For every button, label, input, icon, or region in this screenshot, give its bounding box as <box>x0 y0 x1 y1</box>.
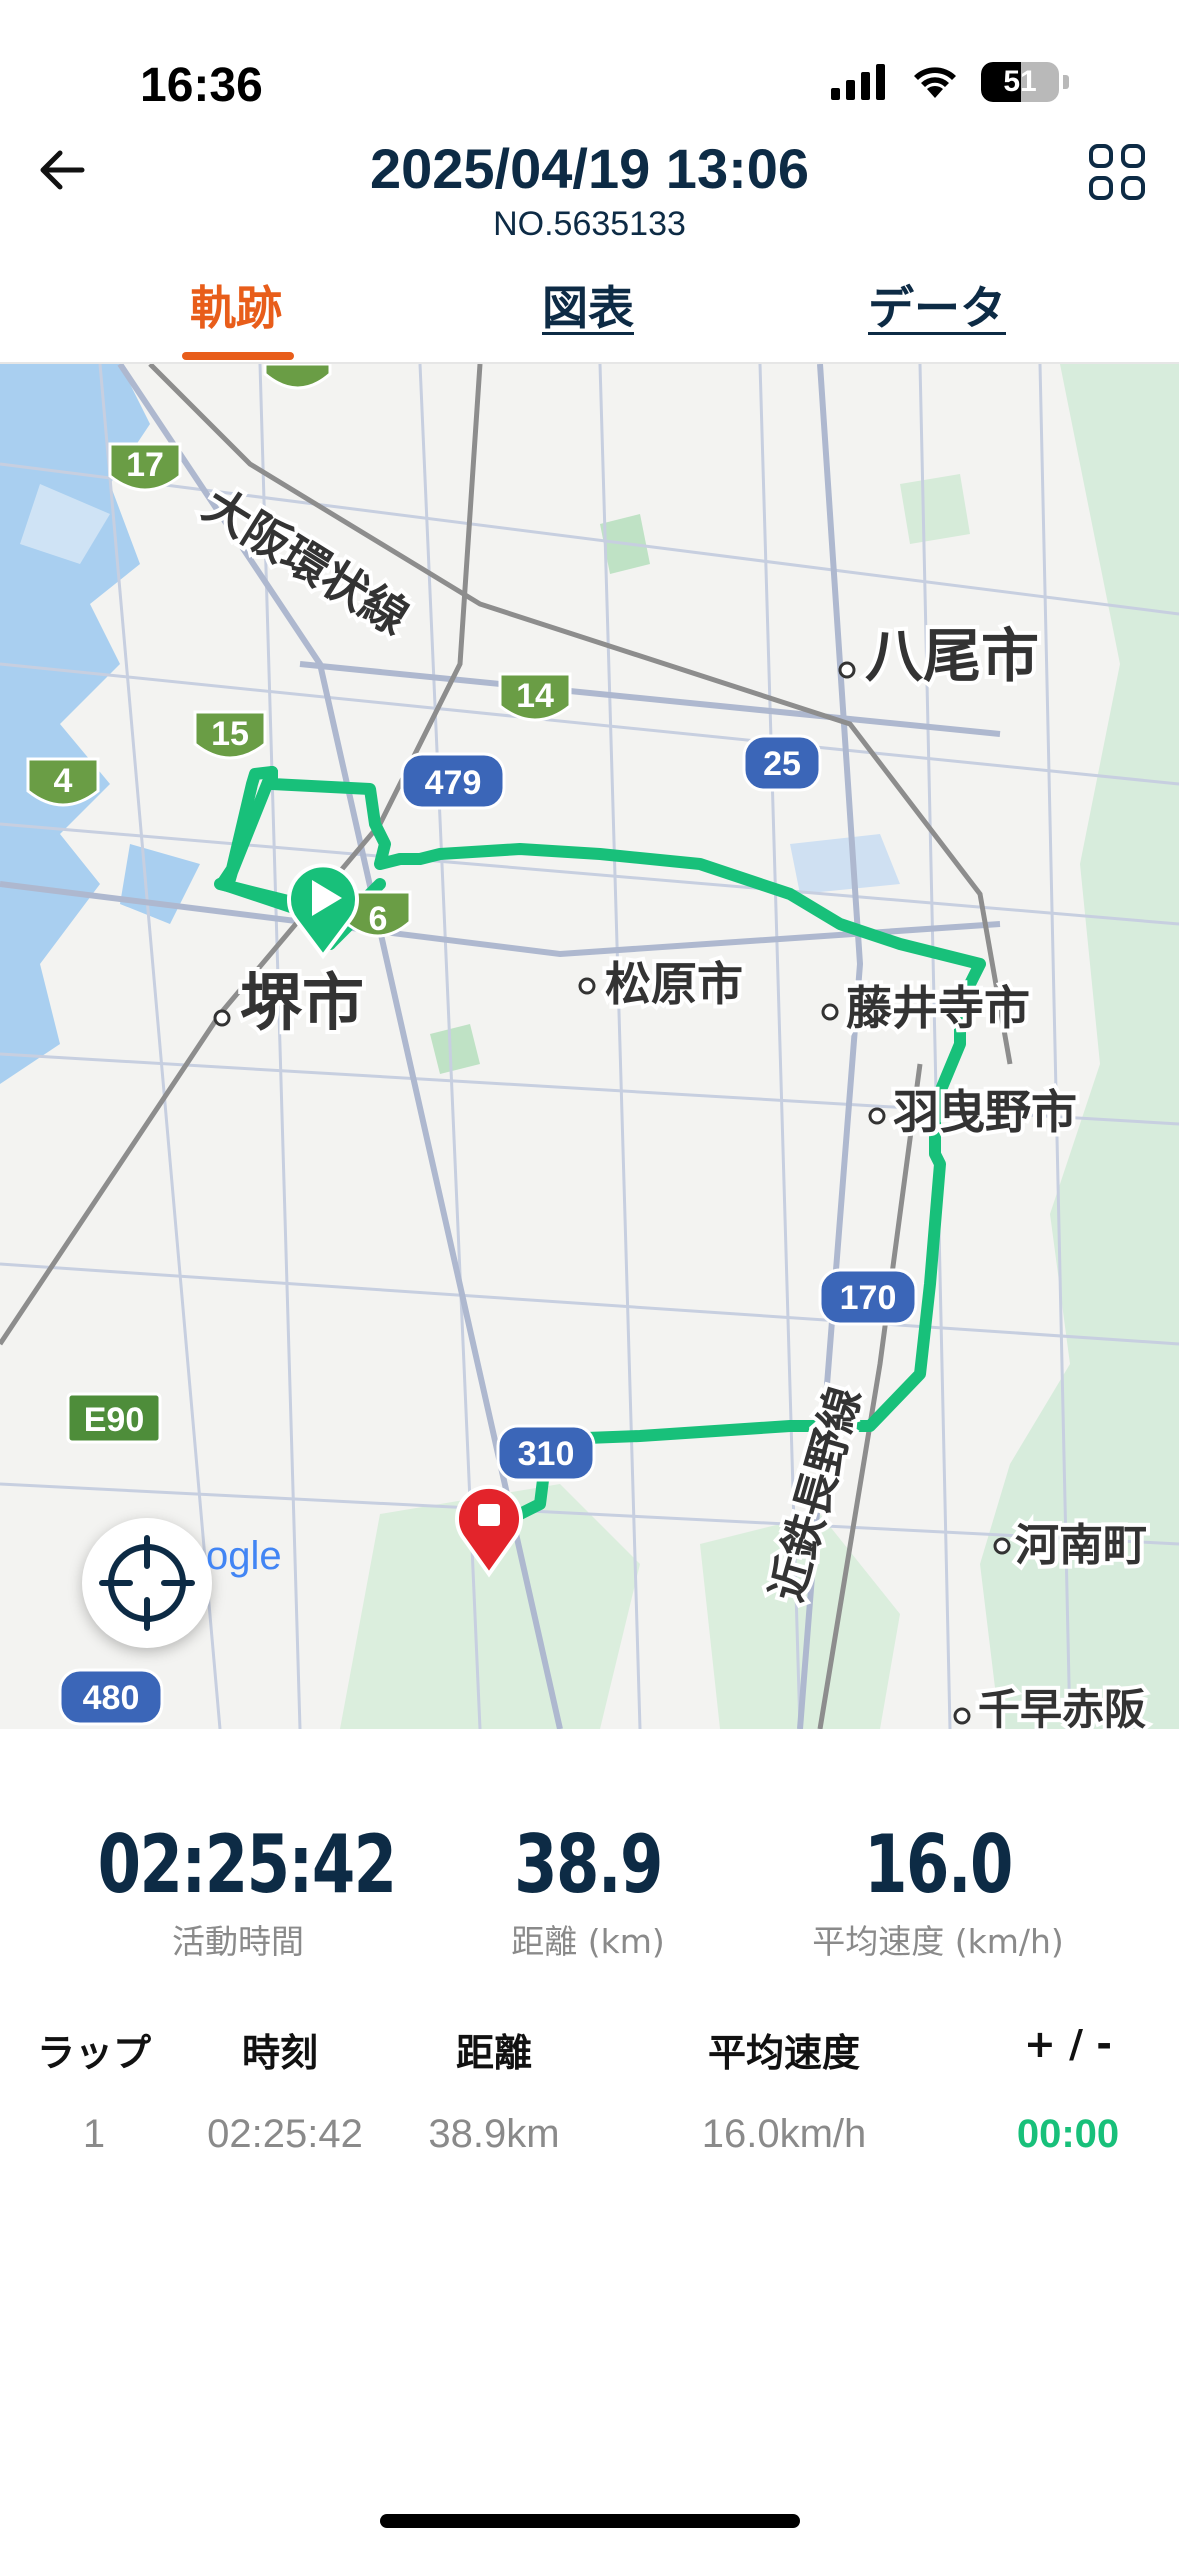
lap-header-speed: 平均速度 <box>707 2031 860 2075</box>
status-time: 16:36 <box>140 59 263 112</box>
lap-number: 1 <box>82 2112 106 2156</box>
label-matsubara: 松原市 <box>605 957 743 1011</box>
avg-speed-label: 平均速度 (km/h) <box>812 1922 1064 1961</box>
shield-6: 6 <box>369 900 388 938</box>
battery-cap <box>1063 75 1069 89</box>
wifi-icon <box>914 67 956 98</box>
label-sakai: 堺市 <box>240 966 364 1039</box>
label-fujiidera: 藤井寺市 <box>846 981 1030 1035</box>
activity-number: NO.5635133 <box>493 205 686 243</box>
cellular-signal-icon <box>831 64 885 100</box>
distance-value: 38.9 <box>514 1818 663 1911</box>
status-icons: 51 <box>831 62 1069 102</box>
shield-170: 170 <box>840 1279 897 1317</box>
avg-speed-value: 16.0 <box>864 1818 1013 1911</box>
label-chihaya: 千早赤阪 <box>978 1685 1146 1729</box>
shield-480: 480 <box>83 1679 140 1717</box>
lap-header-lap: ラップ <box>36 2031 151 2075</box>
label-habikino: 羽曳野市 <box>893 1085 1077 1139</box>
stat-avg-speed: 16.0 平均速度 (km/h) <box>758 1818 1118 1963</box>
lap-diff: 00:00 <box>1016 2112 1120 2156</box>
route-map[interactable]: 17 14 15 4 479 25 6 170 E90 310 480 大阪環状… <box>0 364 1179 1729</box>
lap-header-diff: + / - <box>1024 2022 1112 2066</box>
lap-header-distance: 距離 <box>455 2031 532 2075</box>
distance-label: 距離 (km) <box>511 1922 665 1961</box>
lap-header-time: 時刻 <box>241 2031 318 2075</box>
crosshair-icon <box>99 1535 195 1631</box>
active-time-value: 02:25:42 <box>97 1818 397 1911</box>
lap-time: 02:25:42 <box>207 2112 363 2156</box>
google-logo: ogle <box>206 1534 282 1579</box>
label-kanan: 河南町 <box>1015 1520 1147 1571</box>
stat-active-time: 02:25:42 活動時間 <box>58 1818 418 1963</box>
grid-menu-icon[interactable] <box>1085 140 1149 204</box>
tab-charts[interactable]: 図表 <box>542 272 634 338</box>
shield-15: 15 <box>211 715 249 753</box>
shield-479: 479 <box>425 764 482 802</box>
stat-distance: 38.9 距離 (km) <box>408 1818 768 1963</box>
battery-level: 51 <box>1003 65 1037 98</box>
tab-track[interactable]: 軌跡 <box>190 272 282 338</box>
shield-17: 17 <box>126 446 164 484</box>
active-tab-indicator <box>182 352 294 360</box>
page-title: 2025/04/19 13:06 <box>369 137 810 200</box>
shield-310: 310 <box>518 1435 575 1473</box>
shield-e90: E90 <box>84 1401 145 1439</box>
shield-25: 25 <box>763 745 801 783</box>
google-logo-text: ogle <box>206 1534 282 1578</box>
locate-button[interactable] <box>82 1518 212 1648</box>
label-yao: 八尾市 <box>865 622 1039 690</box>
shield-4: 4 <box>54 762 73 800</box>
lap-speed: 16.0km/h <box>701 2112 867 2156</box>
home-indicator <box>380 2514 800 2528</box>
tab-data[interactable]: データ <box>868 272 1006 338</box>
active-time-label: 活動時間 <box>172 1922 304 1961</box>
lap-distance: 38.9km <box>428 2112 560 2156</box>
battery-icon: 51 <box>981 62 1059 102</box>
shield-14: 14 <box>516 677 554 715</box>
start-marker <box>287 863 359 960</box>
